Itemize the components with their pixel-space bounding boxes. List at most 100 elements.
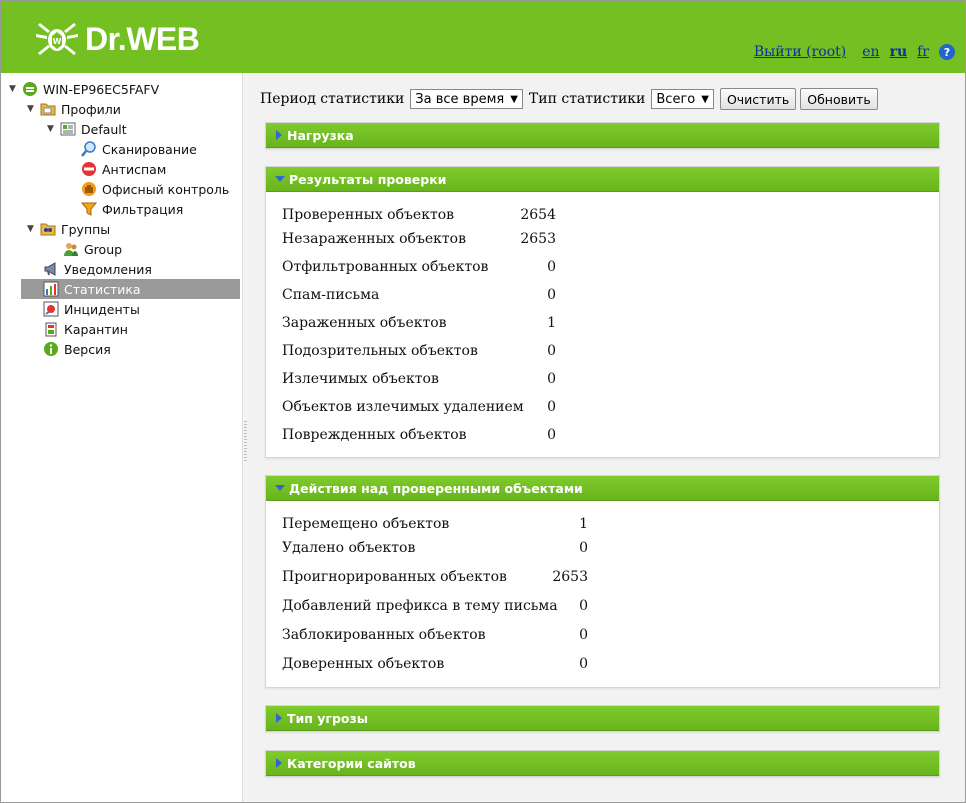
panel-scan-results: Результаты проверки Проверенных объектов… <box>265 166 940 458</box>
expand-arrow-icon <box>276 758 282 768</box>
tree-node-server[interactable]: ▼ WIN-EP96EC5FAFV <box>9 79 162 99</box>
stat-label: Поврежденных объектов <box>282 427 467 443</box>
collapse-arrow-icon[interactable]: ▼ <box>27 104 37 114</box>
logo-text: Dr.WEB <box>85 20 200 57</box>
quarantine-icon <box>45 322 57 337</box>
dropdown-arrow-icon: ▼ <box>701 93 709 105</box>
tree-node-incidents[interactable]: Инциденты <box>43 299 143 319</box>
collapse-arrow-icon[interactable]: ▼ <box>27 224 37 234</box>
tree-node-statistics[interactable]: Статистика <box>21 279 240 299</box>
tree-node-antispam[interactable]: Антиспам <box>81 159 169 179</box>
stat-value: 0 <box>547 287 556 303</box>
stat-value: 1 <box>547 315 556 331</box>
stat-value: 0 <box>547 427 556 443</box>
panel-load: Нагрузка <box>265 122 940 149</box>
collapse-arrow-icon <box>275 176 285 182</box>
action-label: Удалено объектов <box>282 540 416 556</box>
stat-label: Излечимых объектов <box>282 371 439 387</box>
tree-label-version: Версия <box>64 341 111 357</box>
sidebar-tree: ▼ WIN-EP96EC5FAFV ▼ Профили ▼ Default Ск… <box>1 73 242 802</box>
stat-label: Отфильтрованных объектов <box>282 259 489 275</box>
lang-ru-link[interactable]: ru <box>890 44 908 60</box>
tree-label-notifications: Уведомления <box>64 261 152 277</box>
stat-label: Объектов излечимых удалением <box>282 399 524 415</box>
stat-value: 0 <box>547 259 556 275</box>
stat-label: Подозрительных объектов <box>282 343 478 359</box>
action-label: Проигнорированных объектов <box>282 569 507 585</box>
users-icon <box>64 243 78 256</box>
tree-node-groups[interactable]: ▼ Группы <box>27 219 113 239</box>
dropdown-arrow-icon: ▼ <box>510 93 518 105</box>
tree-node-default[interactable]: ▼ Default <box>47 119 130 139</box>
action-value: 1 <box>579 516 588 532</box>
tree-node-quarantine[interactable]: Карантин <box>43 319 131 339</box>
stats-toolbar: Период статистики За все время ▼ Тип ста… <box>260 88 882 110</box>
type-label: Тип статистики <box>528 91 646 107</box>
tree-label-group: Group <box>84 241 123 257</box>
tree-node-office-control[interactable]: Офисный контроль <box>81 179 232 199</box>
action-value: 2653 <box>552 569 588 585</box>
splitter-grip[interactable] <box>244 421 247 461</box>
info-icon <box>44 342 58 356</box>
help-icon[interactable]: ? <box>939 44 955 60</box>
tree-node-version[interactable]: Версия <box>43 339 114 359</box>
tree-label-quarantine: Карантин <box>64 321 128 337</box>
tree-node-notifications[interactable]: Уведомления <box>43 259 155 279</box>
stat-label: Спам-письма <box>282 287 380 303</box>
lang-fr-link[interactable]: fr <box>917 44 929 60</box>
folder-icon <box>40 103 56 116</box>
stat-label: Проверенных объектов <box>282 207 455 223</box>
panel-site-categories: Категории сайтов <box>265 750 940 777</box>
panel-threat-type-title: Тип угрозы <box>287 710 369 726</box>
tree-label-server: WIN-EP96EC5FAFV <box>43 81 160 97</box>
action-value: 0 <box>579 627 588 643</box>
clear-button[interactable]: Очистить <box>719 88 797 110</box>
panel-load-title: Нагрузка <box>287 127 354 143</box>
panel-load-header[interactable]: Нагрузка <box>266 123 939 148</box>
main-content: Период статистики За все время ▼ Тип ста… <box>248 73 965 802</box>
type-select[interactable]: Всего ▼ <box>651 89 714 109</box>
stat-value: 0 <box>547 343 556 359</box>
no-entry-icon <box>82 162 96 176</box>
panel-actions-header[interactable]: Действия над проверенными объектами <box>266 476 939 501</box>
refresh-button[interactable]: Обновить <box>800 88 878 110</box>
collapse-arrow-icon[interactable]: ▼ <box>9 84 19 94</box>
stat-value: 0 <box>547 371 556 387</box>
funnel-icon <box>81 202 97 216</box>
tree-label-groups: Группы <box>61 221 111 237</box>
period-select-value: За все время <box>415 91 505 107</box>
tree-node-profiles[interactable]: ▼ Профили <box>27 99 124 119</box>
panel-threat-type-header[interactable]: Тип угрозы <box>266 706 939 731</box>
svg-text:W: W <box>53 37 62 46</box>
panel-site-categories-header[interactable]: Категории сайтов <box>266 751 939 776</box>
period-select[interactable]: За все время ▼ <box>410 89 523 109</box>
top-links: Выйти (root) en ru fr ? <box>740 44 955 60</box>
drweb-logo: W Dr.WEB <box>35 20 200 57</box>
stat-label: Незараженных объектов <box>282 231 466 247</box>
stat-value: 2654 <box>520 207 556 223</box>
action-label: Заблокированных объектов <box>282 627 486 643</box>
tree-node-scanning[interactable]: Сканирование <box>81 139 200 159</box>
panel-threat-type: Тип угрозы <box>265 705 940 732</box>
megaphone-icon <box>44 262 56 276</box>
tree-label-office-control: Офисный контроль <box>102 181 230 197</box>
tree-label-scanning: Сканирование <box>102 141 197 157</box>
tree-node-group[interactable]: Group <box>63 239 125 259</box>
panel-scan-results-header[interactable]: Результаты проверки <box>266 167 939 192</box>
panel-scan-results-title: Результаты проверки <box>289 171 447 187</box>
action-label: Добавлений префикса в тему письма <box>282 598 558 614</box>
spider-logo-icon: W <box>36 23 78 55</box>
stat-value: 0 <box>547 399 556 415</box>
collapse-arrow-icon[interactable]: ▼ <box>47 124 57 134</box>
type-select-value: Всего <box>656 91 696 107</box>
lang-en-link[interactable]: en <box>862 44 879 60</box>
logout-link[interactable]: Выйти (root) <box>754 44 846 60</box>
tree-label-incidents: Инциденты <box>64 301 140 317</box>
tree-node-filtering[interactable]: Фильтрация <box>81 199 186 219</box>
tree-label-profiles: Профили <box>61 101 121 117</box>
server-icon <box>23 82 37 96</box>
period-label: Период статистики <box>260 91 405 107</box>
app-window: W Dr.WEB Выйти (root) en ru fr ? ▼ WIN-E… <box>0 0 966 803</box>
collapse-arrow-icon <box>275 485 285 491</box>
header-bar: W Dr.WEB Выйти (root) en ru fr ? <box>1 1 965 73</box>
